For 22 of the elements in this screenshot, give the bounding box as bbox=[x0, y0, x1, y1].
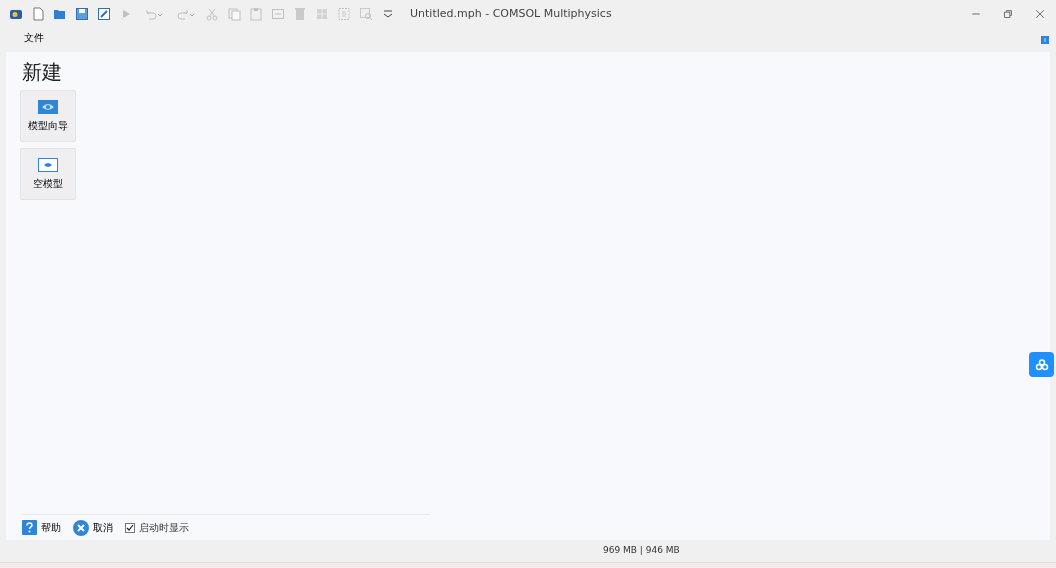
save-icon[interactable] bbox=[74, 6, 90, 22]
help-button[interactable]: 帮助 bbox=[22, 520, 61, 535]
floating-button[interactable] bbox=[1029, 352, 1054, 377]
help-icon[interactable] bbox=[1041, 36, 1049, 44]
new-file-icon[interactable] bbox=[30, 6, 46, 22]
page-heading: 新建 bbox=[22, 60, 63, 84]
eye-icon bbox=[38, 157, 58, 172]
checkbox-label: 启动时显示 bbox=[139, 521, 189, 535]
help-icon bbox=[22, 520, 37, 535]
tile-button[interactable]: 空模型 bbox=[20, 148, 76, 200]
rings-icon bbox=[1034, 358, 1049, 371]
checkbox[interactable] bbox=[125, 522, 135, 533]
restore-icon[interactable] bbox=[1002, 8, 1014, 20]
save-as-icon[interactable] bbox=[96, 6, 112, 22]
close-icon[interactable] bbox=[1034, 8, 1046, 20]
menu-item[interactable]: 文件 bbox=[22, 29, 46, 45]
close-icon bbox=[73, 519, 89, 536]
cancel-button[interactable]: 取消 bbox=[73, 519, 113, 536]
eye-icon bbox=[38, 99, 58, 114]
memory-usage: 969 MB | 946 MB bbox=[603, 544, 680, 558]
window-title: Untitled.mph - COMSOL Multiphysics bbox=[410, 5, 612, 22]
tile-button[interactable]: 模型向导 bbox=[20, 90, 76, 142]
